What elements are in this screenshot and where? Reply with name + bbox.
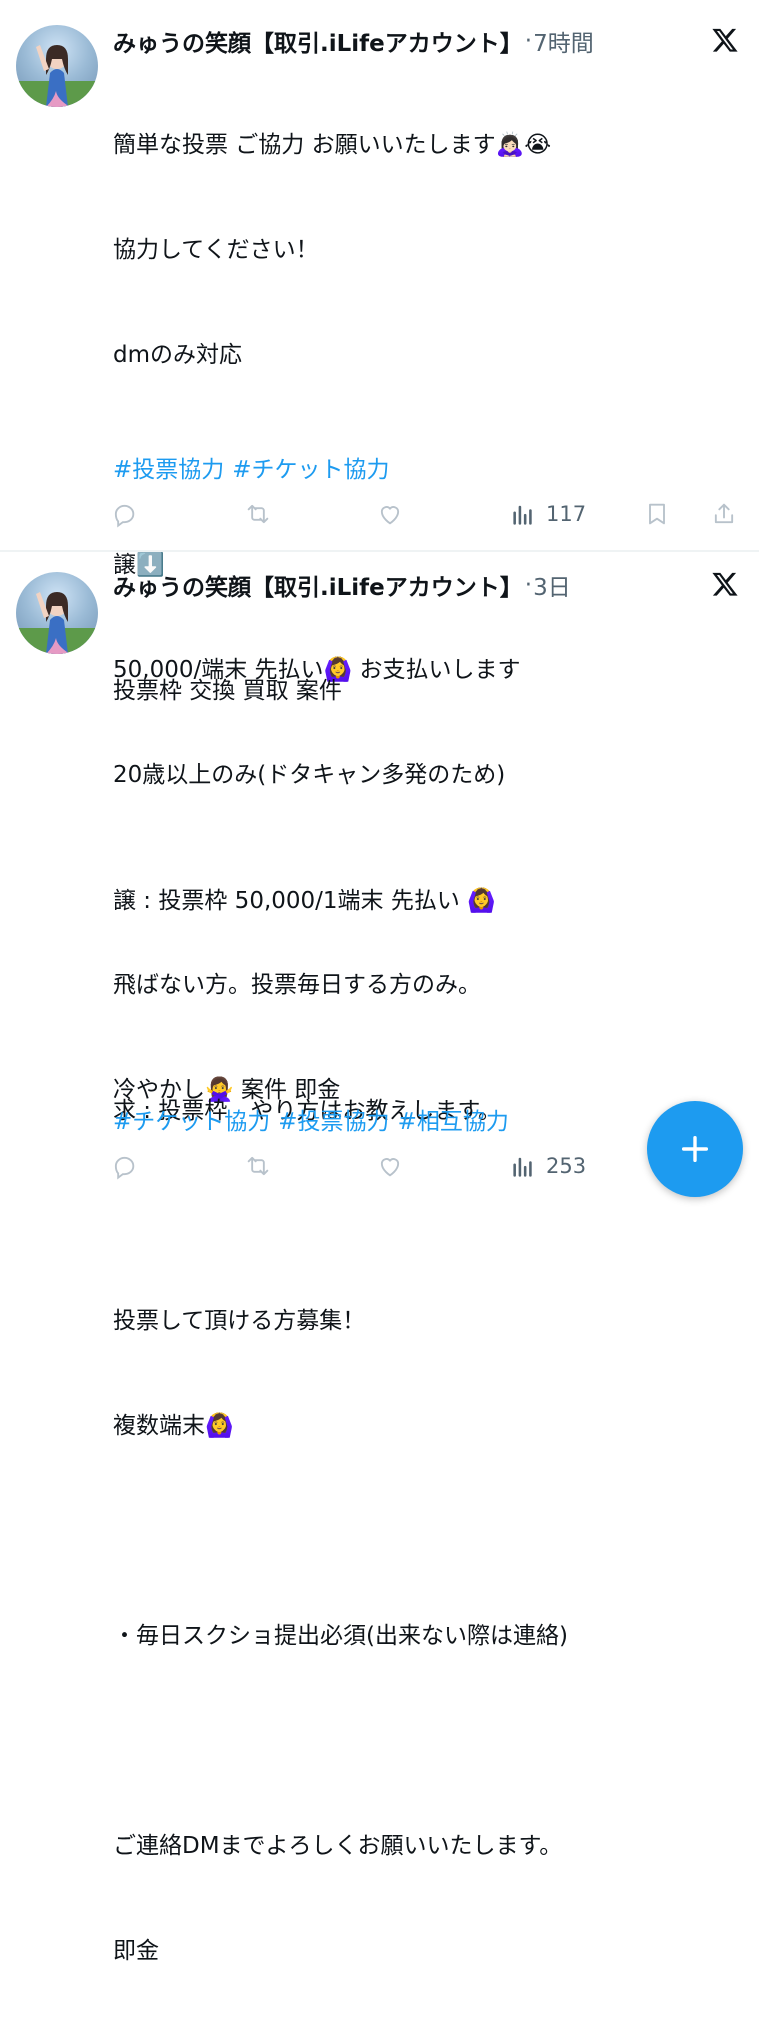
text-line	[113, 1514, 713, 1549]
hashtags: #投票協力 #チケット協力	[113, 450, 398, 484]
retweet-icon	[247, 504, 269, 524]
avatar[interactable]	[16, 572, 98, 654]
text-line: 譲 : 投票枠 50,000/1端末 先払い 🙆‍♀️	[113, 888, 496, 914]
tweet-header: みゅうの笑顔【取引.iLifeアカウント】 · 7時間	[113, 23, 594, 59]
avatar[interactable]	[16, 25, 98, 107]
retweet-icon	[247, 1156, 269, 1176]
text-line: 協力してください！	[113, 237, 319, 263]
text-line: 即金	[113, 1938, 159, 1964]
share-icon	[714, 503, 734, 524]
views-icon	[513, 505, 532, 525]
separator: ·	[524, 28, 533, 54]
text-line: 複数端末🙆‍♀️	[113, 1413, 234, 1439]
hashtag-link[interactable]: #相互協力	[398, 1109, 509, 1135]
share-button[interactable]	[710, 494, 738, 534]
views-button[interactable]: 253	[510, 1146, 586, 1186]
like-icon	[380, 506, 400, 525]
reply-button[interactable]	[110, 494, 138, 534]
tweet-header: みゅうの笑顔【取引.iLifeアカウント】 · 3日	[113, 567, 571, 603]
hashtag-link[interactable]: #投票協力	[278, 1109, 389, 1135]
bookmark-button[interactable]	[643, 494, 671, 534]
hashtag-link[interactable]: #チケット協力	[113, 1109, 270, 1135]
text-line	[113, 779, 713, 814]
timestamp[interactable]: 3日	[533, 568, 571, 602]
separator: ·	[524, 572, 533, 598]
retweet-button[interactable]	[244, 494, 272, 534]
bookmark-icon	[649, 503, 665, 525]
text-line: dmのみ対応	[113, 342, 243, 368]
author-name[interactable]: みゅうの笑顔【取引.iLifeアカウント】	[113, 568, 523, 602]
reply-icon	[114, 1156, 135, 1180]
text-line: ・毎日スクショ提出必須(出来ない際は連絡)	[113, 1623, 568, 1649]
views-icon	[513, 1157, 532, 1177]
hashtag-link[interactable]: #チケット協力	[232, 457, 389, 483]
tweet-text: 投票枠 交換 買取 案件 譲 : 投票枠 50,000/1端末 先払い 🙆‍♀️…	[113, 604, 713, 2039]
reply-button[interactable]	[110, 1146, 138, 1186]
text-line	[113, 989, 713, 1024]
author-name[interactable]: みゅうの笑顔【取引.iLifeアカウント】	[113, 24, 523, 58]
text-line	[113, 1199, 713, 1234]
text-line: 簡単な投票 ご協力 お願いいたします🙇🏻‍♀️😭	[113, 132, 552, 158]
like-button[interactable]	[376, 1146, 404, 1186]
like-button[interactable]	[376, 494, 404, 534]
compose-button[interactable]	[647, 1101, 743, 1197]
text-line: 投票枠 交換 買取 案件	[113, 678, 342, 704]
text-line	[113, 1724, 713, 1759]
text-line: 投票して頂ける方募集！	[113, 1308, 366, 1334]
tweet[interactable]: みゅうの笑顔【取引.iLifeアカウント】 · 3日 投票枠 交換 買取 案件 …	[0, 552, 759, 1964]
hashtags: #チケット協力 #投票協力 #相互協力	[113, 1102, 517, 1136]
action-bar: 117	[110, 494, 750, 534]
x-logo-icon	[712, 572, 738, 596]
hashtag-link[interactable]: #投票協力	[113, 457, 224, 483]
views-count: 117	[546, 502, 587, 526]
views-count: 253	[546, 1154, 587, 1178]
like-icon	[380, 1158, 400, 1177]
reply-icon	[114, 504, 135, 528]
tweet[interactable]: みゅうの笑顔【取引.iLifeアカウント】 · 7時間 簡単な投票 ご協力 お願…	[0, 0, 759, 1103]
x-logo-icon	[712, 28, 738, 52]
retweet-button[interactable]	[244, 1146, 272, 1186]
timestamp[interactable]: 7時間	[533, 24, 594, 58]
views-button[interactable]: 117	[510, 494, 586, 534]
plus-icon	[681, 1135, 709, 1163]
text-line: ご連絡DMまでよろしくお願いいたします。	[113, 1833, 563, 1859]
